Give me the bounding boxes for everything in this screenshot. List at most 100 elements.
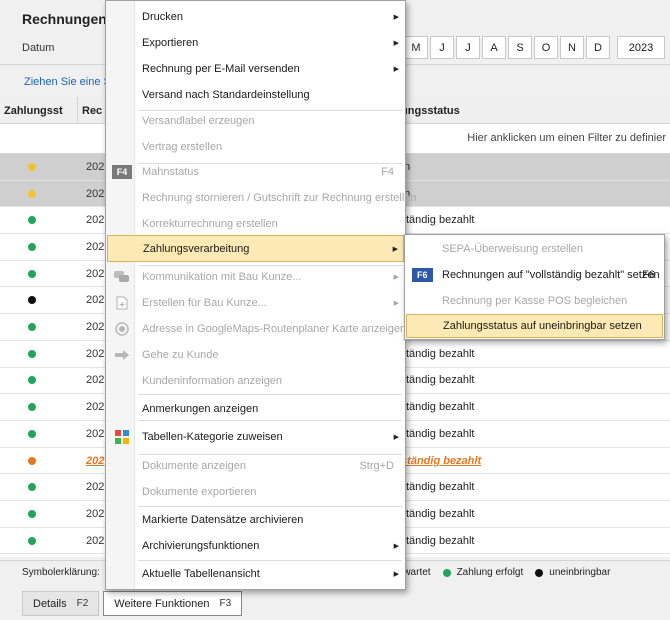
document-plus-icon	[111, 296, 133, 310]
menu-item-label: Vertrag erstellen	[142, 141, 223, 153]
month-button[interactable]: S	[508, 36, 532, 59]
invoice-number-cell: 202	[86, 534, 105, 547]
column-header-payment-status[interactable]: Zahlungsst	[0, 97, 78, 124]
month-button[interactable]: A	[482, 36, 506, 59]
legend-dot-icon	[442, 568, 451, 577]
status-dot-icon	[28, 296, 36, 305]
status-dot-icon	[28, 162, 36, 171]
menu-item-rechnung-per-e-mail-versenden[interactable]: Rechnung per E-Mail versenden ▶	[107, 57, 404, 81]
status-dot-icon	[28, 509, 36, 518]
invoice-number-cell: 202	[86, 507, 105, 520]
menu-item-label: Korrekturrechnung erstellen	[142, 218, 278, 230]
submenu-arrow-icon: ▶	[393, 434, 399, 441]
shortcut-label: F6	[642, 269, 655, 281]
submenu-item-rechnung-per-kasse-pos-begleichen: Rechnung per Kasse POS begleichen	[406, 289, 663, 313]
menu-item-markierte-datensätze-archivieren[interactable]: Markierte Datensätze archivieren	[107, 508, 404, 532]
payment-status-cell: lständig bezahlt	[398, 374, 475, 387]
menu-item-anmerkungen-anzeigen[interactable]: Anmerkungen anzeigen	[107, 397, 404, 421]
color-grid-icon	[111, 430, 133, 444]
menu-item-label: Archivierungsfunktionen	[142, 540, 260, 552]
invoice-number-cell: 202	[86, 187, 105, 200]
menu-item-versand-nach-standardeinstellung[interactable]: Versand nach Standardeinstellung	[107, 83, 404, 107]
invoice-number-cell: 202	[86, 427, 105, 440]
month-button[interactable]: J	[456, 36, 480, 59]
invoice-number-cell: 202	[86, 321, 105, 334]
shortcut-label: F4	[381, 166, 394, 178]
submenu-item-rechnungen-auf-vollständig-bezahlt-setzen[interactable]: F6 Rechnungen auf "vollständig bezahlt" s…	[406, 263, 663, 287]
menu-item-tabellen-kategorie-zuweisen[interactable]: Tabellen-Kategorie zuweisen ▶	[107, 425, 404, 449]
details-button[interactable]: Details F2	[22, 591, 100, 616]
menu-item-archivierungsfunktionen[interactable]: Archivierungsfunktionen ▶	[107, 534, 404, 558]
shortcut-label: Strg+D	[359, 460, 394, 472]
menu-item-label: Gehe zu Kunde	[142, 349, 219, 361]
button-label: Weitere Funktionen	[114, 597, 210, 610]
bottom-toolbar: Details F2 Weitere Funktionen F3	[22, 591, 243, 616]
status-dot-icon	[28, 242, 36, 251]
menu-item-vertrag-erstellen: Vertrag erstellen	[107, 135, 404, 159]
menu-item-label: Adresse in GoogleMaps-Routenplaner Karte…	[142, 323, 407, 335]
more-functions-button[interactable]: Weitere Funktionen F3	[103, 591, 243, 616]
chat-icon	[111, 271, 133, 283]
status-cell	[0, 421, 78, 447]
month-button[interactable]: M	[404, 36, 428, 59]
status-dot-icon	[28, 216, 36, 225]
status-cell	[0, 181, 78, 207]
menu-item-label: Mahnstatus	[142, 166, 199, 178]
invoice-number-cell: 202	[86, 401, 105, 414]
status-cell	[0, 154, 78, 180]
month-button[interactable]: J	[430, 36, 454, 59]
submenu-arrow-icon: ▶	[393, 543, 399, 550]
menu-separator	[138, 394, 402, 395]
legend-dot-icon	[535, 568, 544, 577]
submenu-item-label: Rechnung per Kasse POS begleichen	[442, 295, 628, 307]
invoice-number-cell: 202	[86, 374, 105, 387]
menu-item-label: Kommunikation mit Bau Kunze...	[142, 271, 302, 283]
column-header-invoice[interactable]: Rec	[78, 97, 106, 124]
invoice-number-cell: 202	[86, 240, 105, 253]
status-cell	[0, 288, 78, 314]
menu-item-aktuelle-tabellenansicht[interactable]: Aktuelle Tabellenansicht ▶	[107, 562, 404, 586]
menu-item-zahlungsverarbeitung[interactable]: Zahlungsverarbeitung ▶	[107, 235, 404, 262]
legend-items: rwartet Zahlung erfolgt uneinbringbar	[400, 567, 616, 578]
shortcut-label: F3	[219, 598, 232, 609]
payment-processing-submenu: SEPA-Überweisung erstellen F6 Rechnungen a…	[404, 234, 665, 340]
context-menu: Drucken ▶ Exportieren ▶ Rechnung per E-Mail …	[105, 0, 417, 590]
menu-item-label: Aktuelle Tabellenansicht	[142, 568, 260, 580]
submenu-arrow-icon: ▶	[393, 300, 399, 307]
invoice-number-cell: 202	[86, 160, 105, 173]
submenu-item-zahlungsstatus-auf-uneinbringbar-setzen[interactable]: Zahlungsstatus auf uneinbringbar setzen	[406, 314, 663, 338]
status-cell	[0, 528, 78, 554]
status-dot-icon	[28, 403, 36, 412]
shortcut-label: F2	[76, 598, 89, 609]
status-dot-icon	[28, 536, 36, 545]
status-dot-icon	[28, 376, 36, 385]
month-button[interactable]: N	[560, 36, 584, 59]
status-cell	[0, 314, 78, 340]
status-dot-icon	[28, 349, 36, 358]
menu-item-mahnstatus: F4 Mahnstatus F4	[107, 160, 404, 184]
month-button[interactable]: O	[534, 36, 558, 59]
page-title: Rechnungen	[22, 11, 107, 27]
payment-status-cell: lständig bezahlt	[398, 427, 475, 440]
menu-separator	[138, 506, 402, 507]
payment-status-cell: lständig bezahlt	[398, 347, 475, 360]
status-cell	[0, 394, 78, 420]
menu-item-label: Markierte Datensätze archivieren	[142, 514, 304, 526]
menu-item-label: Tabellen-Kategorie zuweisen	[142, 431, 283, 443]
menu-item-exportieren[interactable]: Exportieren ▶	[107, 31, 404, 55]
payment-status-cell: lständig bezahlt	[398, 507, 475, 520]
menu-item-dokumente-exportieren: Dokumente exportieren	[107, 480, 404, 504]
f6-icon: F6	[412, 268, 433, 282]
menu-item-drucken[interactable]: Drucken ▶	[107, 5, 404, 29]
menu-item-label: Rechnung per E-Mail versenden	[142, 63, 300, 75]
status-dot-icon	[28, 189, 36, 198]
column-header-zahlungsstatus[interactable]: lungsstatus	[398, 97, 670, 124]
status-cell	[0, 207, 78, 233]
status-dot-icon	[28, 269, 36, 278]
month-button[interactable]: D	[586, 36, 610, 59]
year-field[interactable]: 2023	[617, 36, 665, 59]
invoice-number-cell: 202	[86, 454, 105, 467]
status-dot-icon	[28, 323, 36, 332]
target-icon	[111, 322, 133, 336]
status-dot-icon	[28, 429, 36, 438]
